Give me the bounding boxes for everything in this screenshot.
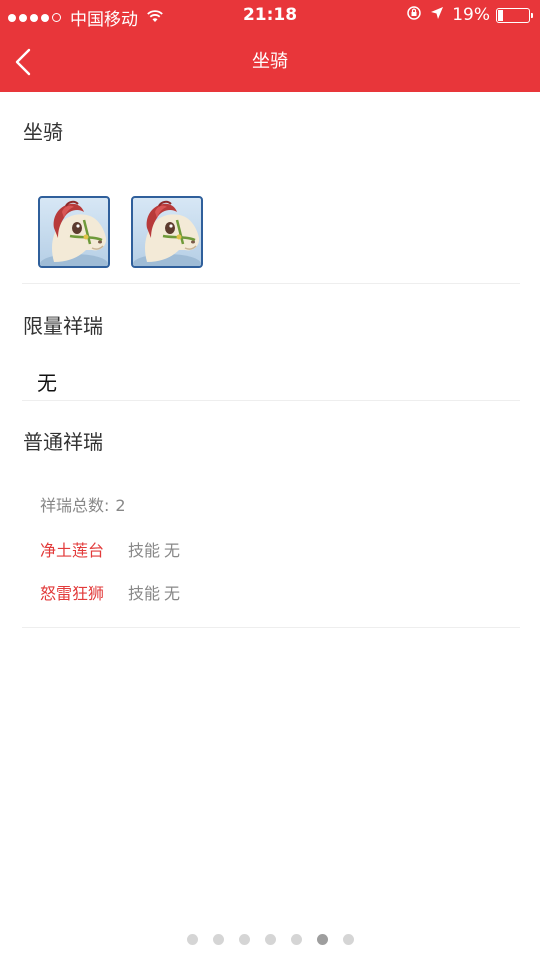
location-arrow-icon <box>430 6 444 24</box>
item-skill: 技能无 <box>128 537 180 561</box>
divider <box>22 283 520 284</box>
skill-label: 技能 <box>128 584 161 603</box>
page-indicator <box>0 934 540 945</box>
status-right: 19% <box>406 5 533 25</box>
page-dot-active[interactable] <box>316 934 328 945</box>
item-skill: 技能无 <box>128 580 180 604</box>
total-label: 祥瑞总数: <box>40 496 110 515</box>
orientation-lock-icon <box>406 5 422 25</box>
chevron-left-icon <box>15 48 31 76</box>
total-value: 2 <box>115 496 126 515</box>
page-dot[interactable] <box>342 934 354 945</box>
battery-icon <box>496 7 533 23</box>
page-dot[interactable] <box>212 934 224 945</box>
divider <box>22 627 520 628</box>
normal-section-title: 普通祥瑞 <box>23 430 103 454</box>
battery-percent: 19% <box>452 5 490 25</box>
horse-mount-icon[interactable] <box>38 196 110 268</box>
divider <box>22 400 520 401</box>
nav-bar: 坐骑 <box>0 32 540 92</box>
top-bar: 中国移动 21:18 19% 坐骑 <box>0 0 540 92</box>
page-dot[interactable] <box>238 934 250 945</box>
mount-list <box>38 196 224 268</box>
status-bar: 中国移动 21:18 19% <box>0 0 540 32</box>
item-name[interactable]: 怒雷狂狮 <box>40 580 128 604</box>
skill-value: 无 <box>164 541 181 560</box>
horse-mount-icon[interactable] <box>131 196 203 268</box>
total-count: 祥瑞总数: 2 <box>40 492 126 516</box>
page-dot[interactable] <box>264 934 276 945</box>
skill-label: 技能 <box>128 541 161 560</box>
page-dot[interactable] <box>290 934 302 945</box>
item-name[interactable]: 净土莲台 <box>40 537 128 561</box>
limited-value: 无 <box>37 371 57 395</box>
skill-value: 无 <box>164 584 181 603</box>
list-item: 怒雷狂狮 技能无 <box>40 580 180 604</box>
page-title: 坐骑 <box>252 51 288 72</box>
page-dot[interactable] <box>186 934 198 945</box>
list-item: 净土莲台 技能无 <box>40 537 180 561</box>
mount-section-title: 坐骑 <box>23 120 63 144</box>
limited-section-title: 限量祥瑞 <box>23 314 103 338</box>
back-button[interactable] <box>6 42 46 82</box>
